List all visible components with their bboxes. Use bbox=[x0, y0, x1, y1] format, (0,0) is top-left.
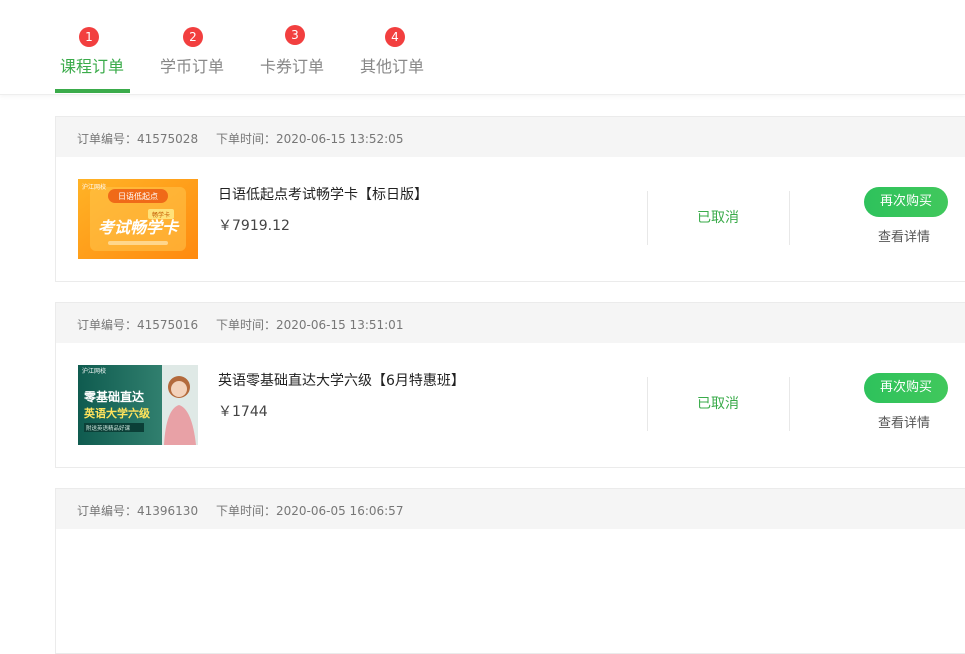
order-card: 订单编号：41396130 下单时间：2020-06-05 16:06:57 bbox=[55, 488, 965, 654]
divider bbox=[647, 377, 648, 431]
tab-other-orders[interactable]: 4 其他订单 bbox=[360, 0, 428, 94]
order-body: 沪江网校 零基础直达 英语大学六级 附送英语精品好课 英语零基础直达大学六级【6… bbox=[56, 343, 965, 467]
tab-label: 学币订单 bbox=[160, 57, 225, 76]
order-tabs: 1 课程订单 2 学币订单 3 卡券订单 4 其他订单 bbox=[0, 0, 965, 95]
order-header: 订单编号：41575028 下单时间：2020-06-15 13:52:05 bbox=[56, 117, 965, 157]
order-time: 下单时间：2020-06-15 13:52:05 bbox=[216, 132, 404, 146]
course-thumbnail[interactable]: 沪江网校 日语低起点 畅学卡 考试畅学卡 bbox=[78, 179, 198, 259]
tab-coupon-orders[interactable]: 3 卡券订单 bbox=[260, 0, 328, 94]
order-status: 已取消 bbox=[697, 210, 739, 226]
tab-badge: 2 bbox=[183, 27, 203, 47]
order-time: 下单时间：2020-06-05 16:06:57 bbox=[216, 504, 404, 518]
course-title[interactable]: 日语低起点考试畅学卡【标日版】 bbox=[218, 184, 428, 204]
divider bbox=[647, 191, 648, 245]
course-price: ￥7919.12 bbox=[218, 218, 290, 234]
course-title[interactable]: 英语零基础直达大学六级【6月特惠班】 bbox=[218, 370, 465, 390]
order-header: 订单编号：41575016 下单时间：2020-06-15 13:51:01 bbox=[56, 303, 965, 343]
order-number: 订单编号：41575028 bbox=[77, 132, 199, 146]
rebuy-button[interactable]: 再次购买 bbox=[864, 187, 948, 217]
order-time: 下单时间：2020-06-15 13:51:01 bbox=[216, 318, 404, 332]
rebuy-button[interactable]: 再次购买 bbox=[864, 373, 948, 403]
tab-coin-orders[interactable]: 2 学币订单 bbox=[160, 0, 228, 94]
tab-badge: 3 bbox=[285, 25, 305, 45]
tab-label: 卡券订单 bbox=[260, 57, 325, 76]
order-card: 订单编号：41575016 下单时间：2020-06-15 13:51:01 沪… bbox=[55, 302, 965, 468]
tab-label: 课程订单 bbox=[60, 57, 125, 76]
course-thumbnail-image: 沪江网校 日语低起点 畅学卡 考试畅学卡 bbox=[78, 179, 198, 259]
active-tab-underline bbox=[55, 89, 130, 93]
thumb-brand: 沪江网校 bbox=[82, 183, 106, 191]
thumb-brand: 沪江网校 bbox=[82, 367, 106, 375]
order-body: 沪江网校 日语低起点 畅学卡 考试畅学卡 日语低起点考试畅学卡【标日版】 ￥79… bbox=[56, 157, 965, 281]
view-details-link[interactable]: 查看详情 bbox=[878, 412, 930, 431]
course-thumbnail[interactable]: 沪江网校 零基础直达 英语大学六级 附送英语精品好课 bbox=[78, 365, 198, 445]
order-body bbox=[56, 529, 965, 653]
thumb-line2: 英语大学六级 bbox=[83, 406, 151, 420]
thumb-banner: 日语低起点 bbox=[118, 191, 158, 201]
course-price: ￥1744 bbox=[218, 404, 268, 420]
order-status: 已取消 bbox=[697, 396, 739, 412]
thumb-tag: 附送英语精品好课 bbox=[86, 424, 131, 432]
tab-badge: 4 bbox=[385, 27, 405, 47]
order-header: 订单编号：41396130 下单时间：2020-06-05 16:06:57 bbox=[56, 489, 965, 529]
thumb-main: 考试畅学卡 bbox=[98, 218, 180, 237]
tab-badge: 1 bbox=[79, 27, 99, 47]
order-number: 订单编号：41575016 bbox=[77, 318, 199, 332]
tab-label: 其他订单 bbox=[360, 57, 425, 76]
divider bbox=[789, 191, 790, 245]
tab-course-orders[interactable]: 1 课程订单 bbox=[60, 0, 128, 94]
course-thumbnail-image: 沪江网校 零基础直达 英语大学六级 附送英语精品好课 bbox=[78, 365, 198, 445]
view-details-link[interactable]: 查看详情 bbox=[878, 226, 930, 245]
divider bbox=[789, 377, 790, 431]
order-card: 订单编号：41575028 下单时间：2020-06-15 13:52:05 沪… bbox=[55, 116, 965, 282]
thumb-line1: 零基础直达 bbox=[83, 389, 144, 404]
order-number: 订单编号：41396130 bbox=[77, 504, 199, 518]
